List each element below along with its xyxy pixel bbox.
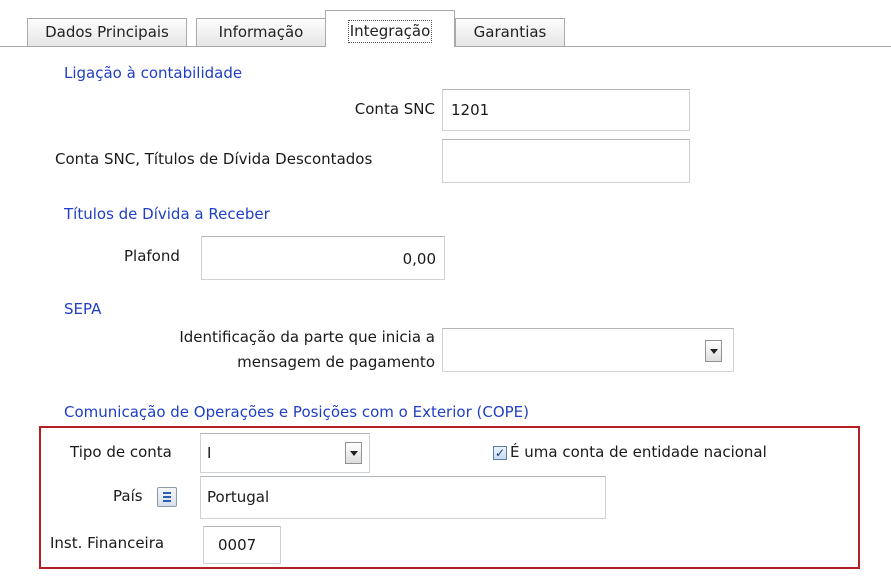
plafond-input[interactable]: 0,00 bbox=[201, 236, 445, 280]
section-title-sepa: SEPA bbox=[64, 300, 102, 318]
sepa-ident-dropdown-button[interactable] bbox=[705, 340, 722, 362]
tab-garantias[interactable]: Garantias bbox=[455, 18, 565, 46]
conta-snc-input[interactable]: 1201 bbox=[442, 89, 690, 131]
entidade-nacional-label: É uma conta de entidade nacional bbox=[510, 443, 767, 461]
tab-dados-principais[interactable]: Dados Principais bbox=[27, 18, 187, 46]
tab-integracao[interactable]: Integração bbox=[325, 10, 455, 47]
sepa-ident-select[interactable] bbox=[442, 328, 734, 372]
section-title-contabilidade: Ligação à contabilidade bbox=[64, 64, 243, 82]
conta-snc-label: Conta SNC bbox=[354, 100, 435, 118]
tipo-conta-label: Tipo de conta bbox=[70, 443, 172, 461]
conta-titulos-input[interactable] bbox=[442, 139, 690, 183]
inst-financeira-label: Inst. Financeira bbox=[50, 534, 165, 552]
section-title-cope: Comunicação de Operações e Posições com … bbox=[64, 403, 530, 421]
tab-informacao[interactable]: Informação bbox=[196, 18, 326, 46]
pais-lookup-icon[interactable] bbox=[157, 487, 177, 507]
sepa-ident-label-line2: mensagem de pagamento bbox=[237, 353, 435, 371]
entidade-nacional-checkbox[interactable]: ✓ bbox=[493, 446, 507, 460]
sepa-ident-label-line1: Identificação da parte que inicia a bbox=[179, 328, 435, 346]
section-title-titulos: Títulos de Dívida a Receber bbox=[64, 205, 270, 223]
pais-input[interactable]: Portugal bbox=[200, 476, 606, 519]
inst-financeira-input[interactable]: 0007 bbox=[203, 526, 281, 564]
pais-label: País bbox=[113, 487, 143, 505]
sepa-ident-label: Identificação da parte que inicia a mens… bbox=[100, 325, 435, 375]
plafond-label: Plafond bbox=[124, 247, 180, 265]
conta-titulos-label: Conta SNC, Títulos de Dívida Descontados bbox=[55, 150, 373, 168]
tipo-conta-dropdown-button[interactable] bbox=[345, 442, 362, 464]
